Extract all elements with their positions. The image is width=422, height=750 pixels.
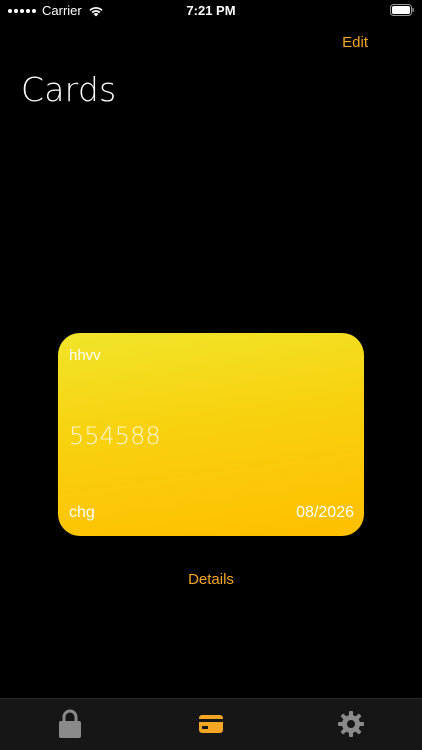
- details-button[interactable]: Details: [0, 570, 422, 589]
- tab-lock[interactable]: [55, 709, 85, 739]
- page-title: Cards: [21, 70, 117, 109]
- tab-settings[interactable]: [336, 709, 366, 739]
- credit-card-icon: [199, 715, 223, 733]
- status-bar: Carrier 7:21 PM: [0, 0, 422, 22]
- lock-icon: [59, 709, 81, 738]
- card-holder: chg: [69, 504, 95, 521]
- status-time: 7:21 PM: [186, 3, 236, 18]
- card-number: 554588: [69, 422, 161, 450]
- card-name: hhvv: [69, 347, 101, 364]
- credit-card[interactable]: hhvv 554588 chg 08/2026: [58, 333, 364, 536]
- battery-icon: [390, 4, 414, 16]
- card-expiry: 08/2026: [296, 504, 354, 521]
- gear-icon: [338, 711, 364, 737]
- edit-button[interactable]: Edit: [342, 34, 368, 51]
- tab-cards[interactable]: [196, 709, 226, 739]
- tab-bar: [0, 698, 422, 750]
